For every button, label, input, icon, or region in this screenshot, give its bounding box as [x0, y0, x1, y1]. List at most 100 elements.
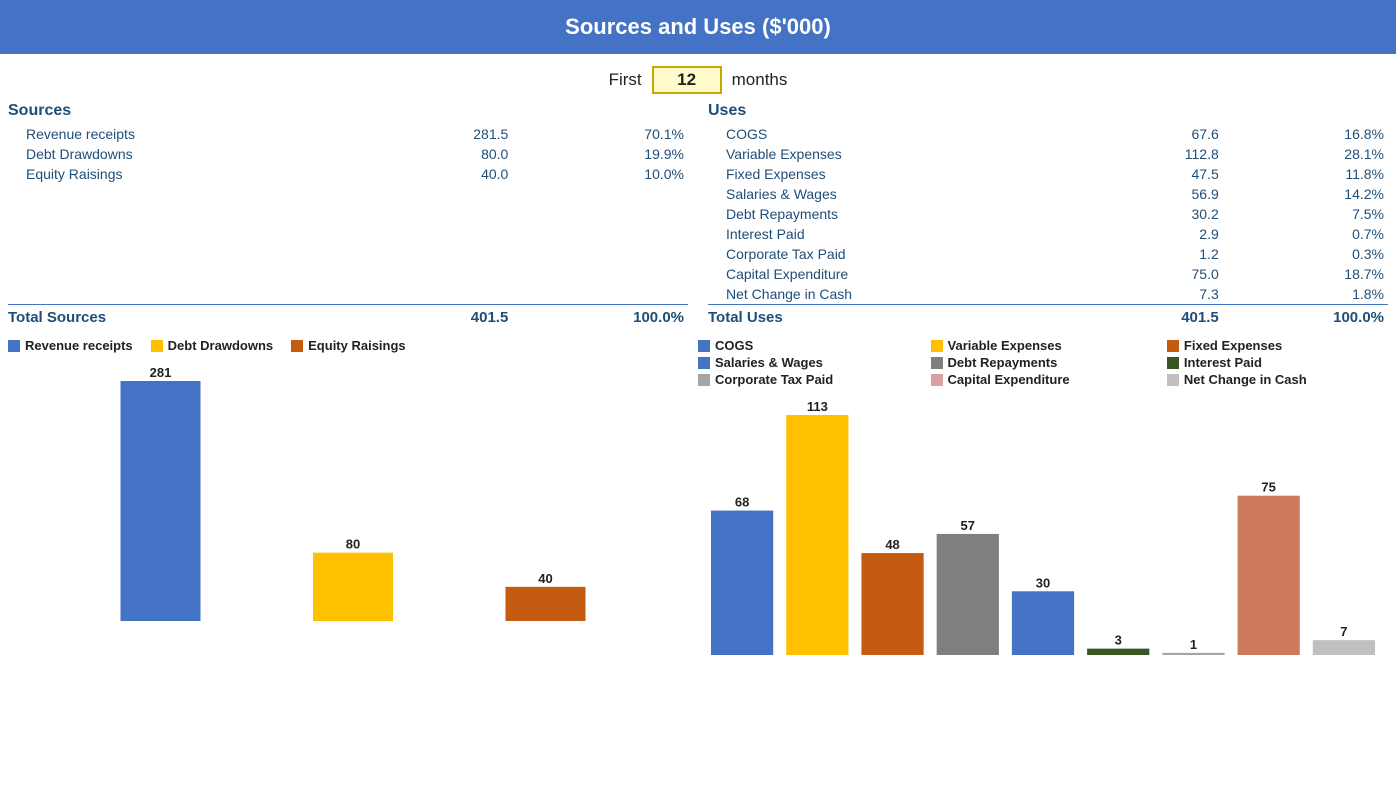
bar-value-label: 7	[1340, 624, 1347, 639]
uses-item-value: 67.6	[1058, 124, 1223, 144]
uses-item-pct: 0.3%	[1223, 244, 1388, 264]
sources-total-pct: 100.0%	[512, 305, 688, 329]
right-bar-chart: 6811348573031757	[698, 395, 1388, 715]
uses-total-pct: 100.0%	[1223, 305, 1388, 329]
uses-row: Net Change in Cash 7.3 1.8%	[708, 284, 1388, 305]
sources-item-label: Equity Raisings	[8, 164, 337, 184]
bar-value-label: 40	[538, 571, 552, 586]
uses-item-label: Interest Paid	[708, 224, 1058, 244]
sources-panel: Sources Revenue receipts 281.5 70.1% Deb…	[8, 102, 698, 328]
uses-table: COGS 67.6 16.8% Variable Expenses 112.8 …	[708, 124, 1388, 328]
uses-item-pct: 0.7%	[1223, 224, 1388, 244]
uses-row: Debt Repayments 30.2 7.5%	[708, 204, 1388, 224]
sources-table: Revenue receipts 281.5 70.1% Debt Drawdo…	[8, 124, 688, 328]
legend-label: Corporate Tax Paid	[715, 372, 833, 387]
left-chart: Revenue receipts Debt Drawdowns Equity R…	[8, 338, 698, 715]
legend-color-box	[931, 357, 943, 369]
main-table: Sources Revenue receipts 281.5 70.1% Deb…	[0, 102, 1396, 328]
legend-label: Variable Expenses	[948, 338, 1062, 353]
sources-total-row: Total Sources 401.5 100.0%	[8, 305, 688, 329]
uses-item-pct: 18.7%	[1223, 264, 1388, 284]
legend-item: Debt Drawdowns	[151, 338, 273, 353]
sources-total-value: 401.5	[337, 305, 513, 329]
right-chart-svg: 6811348573031757	[698, 395, 1388, 675]
bar-rect	[1012, 591, 1074, 655]
uses-item-pct: 1.8%	[1223, 284, 1388, 305]
uses-item-label: Debt Repayments	[708, 204, 1058, 224]
legend-label: Debt Repayments	[948, 355, 1058, 370]
uses-item-pct: 7.5%	[1223, 204, 1388, 224]
bar-value-label: 3	[1115, 633, 1122, 648]
bar-value-label: 48	[885, 537, 899, 552]
sources-item-label: Revenue receipts	[8, 124, 337, 144]
uses-item-pct: 11.8%	[1223, 164, 1388, 184]
legend-color-box	[151, 340, 163, 352]
legend-label: Interest Paid	[1184, 355, 1262, 370]
uses-item-label: Fixed Expenses	[708, 164, 1058, 184]
bar-rect	[1162, 653, 1224, 655]
uses-item-value: 47.5	[1058, 164, 1223, 184]
bar-rect	[1238, 496, 1300, 655]
charts-area: Revenue receipts Debt Drawdowns Equity R…	[0, 328, 1396, 715]
bar-rect	[1087, 649, 1149, 655]
legend-label: Capital Expenditure	[948, 372, 1070, 387]
sources-item-value: 80.0	[337, 144, 513, 164]
bar-rect	[786, 415, 848, 655]
legend-color-box	[1167, 374, 1179, 386]
bar-rect	[711, 511, 773, 655]
uses-item-label: Corporate Tax Paid	[708, 244, 1058, 264]
legend-color-box	[698, 374, 710, 386]
uses-total-row: Total Uses 401.5 100.0%	[708, 305, 1388, 329]
legend-label: Net Change in Cash	[1184, 372, 1307, 387]
uses-item-value: 1.2	[1058, 244, 1223, 264]
uses-item-label: COGS	[708, 124, 1058, 144]
legend-label: COGS	[715, 338, 753, 353]
uses-panel: Uses COGS 67.6 16.8% Variable Expenses 1…	[698, 102, 1388, 328]
bar-rect	[313, 553, 393, 621]
legend-item: COGS	[698, 338, 915, 353]
months-label-first: First	[609, 70, 642, 90]
bar-value-label: 57	[961, 518, 975, 533]
uses-item-value: 75.0	[1058, 264, 1223, 284]
legend-item: Debt Repayments	[931, 355, 1151, 370]
legend-item: Corporate Tax Paid	[698, 372, 915, 387]
months-input[interactable]	[652, 66, 722, 94]
legend-color-box	[8, 340, 20, 352]
legend-color-box	[1167, 340, 1179, 352]
uses-row: Corporate Tax Paid 1.2 0.3%	[708, 244, 1388, 264]
uses-item-pct: 16.8%	[1223, 124, 1388, 144]
legend-item: Salaries & Wages	[698, 355, 915, 370]
legend-item: Revenue receipts	[8, 338, 133, 353]
bar-rect	[861, 553, 923, 655]
right-chart: COGS Variable Expenses Fixed Expenses Sa…	[698, 338, 1388, 715]
uses-title: Uses	[708, 102, 1388, 120]
uses-item-value: 112.8	[1058, 144, 1223, 164]
right-chart-legend: COGS Variable Expenses Fixed Expenses Sa…	[698, 338, 1388, 387]
legend-item: Fixed Expenses	[1167, 338, 1388, 353]
uses-row: Interest Paid 2.9 0.7%	[708, 224, 1388, 244]
bar-rect	[506, 587, 586, 621]
uses-total-label: Total Uses	[708, 305, 1058, 329]
legend-label: Fixed Expenses	[1184, 338, 1282, 353]
bar-rect	[1313, 640, 1375, 655]
bar-value-label: 80	[346, 537, 360, 552]
sources-row: Debt Drawdowns 80.0 19.9%	[8, 144, 688, 164]
sources-row: Revenue receipts 281.5 70.1%	[8, 124, 688, 144]
uses-item-pct: 28.1%	[1223, 144, 1388, 164]
uses-item-label: Capital Expenditure	[708, 264, 1058, 284]
sources-item-value: 281.5	[337, 124, 513, 144]
left-chart-svg: 2818040	[8, 361, 698, 641]
uses-item-label: Variable Expenses	[708, 144, 1058, 164]
uses-row: Salaries & Wages 56.9 14.2%	[708, 184, 1388, 204]
months-label-after: months	[732, 70, 788, 90]
bar-value-label: 68	[735, 495, 749, 510]
uses-item-label: Salaries & Wages	[708, 184, 1058, 204]
uses-item-pct: 14.2%	[1223, 184, 1388, 204]
sources-item-value: 40.0	[337, 164, 513, 184]
sources-item-pct: 70.1%	[512, 124, 688, 144]
sources-item-pct: 19.9%	[512, 144, 688, 164]
legend-item: Interest Paid	[1167, 355, 1388, 370]
months-row: First months	[0, 54, 1396, 102]
uses-row: COGS 67.6 16.8%	[708, 124, 1388, 144]
legend-label: Equity Raisings	[308, 338, 406, 353]
